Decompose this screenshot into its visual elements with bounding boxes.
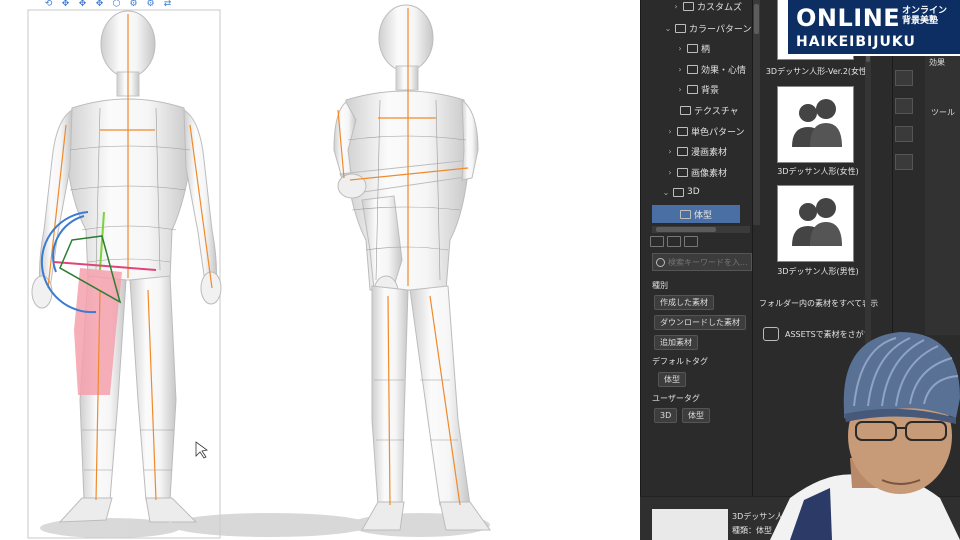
- material-preview: [652, 509, 728, 540]
- folder-icon: [683, 1, 694, 11]
- tool-property-panel: 効果 ツール: [925, 55, 960, 335]
- chevron-right-icon: ›: [678, 43, 682, 53]
- floor-shadow: [40, 513, 490, 538]
- folder-icon: [677, 167, 688, 177]
- tree-item-customs[interactable]: › カスタムズ: [672, 0, 742, 15]
- tree-item-label: テクスチャ: [694, 106, 739, 117]
- folder-icon: [680, 209, 691, 219]
- layer-icon[interactable]: [895, 70, 913, 86]
- tree-item-label: 背景: [701, 85, 720, 96]
- material-label: 3Dデッサン人形(男性): [777, 267, 859, 276]
- tree-item-label: カスタムズ: [697, 2, 743, 13]
- kind-label: 種別: [652, 281, 668, 290]
- tool-label: ツール: [931, 108, 955, 117]
- material-thumbnail[interactable]: [777, 185, 854, 262]
- show-all-link[interactable]: フォルダー内の素材をすべて表示: [759, 298, 878, 309]
- folder-icon: [677, 146, 688, 156]
- search-icon: [656, 257, 665, 267]
- 3d-canvas[interactable]: ⟲ ✥ ✥ ✥ ⬡ ⚙ ⚙ ⇄: [0, 0, 640, 540]
- layer-icon[interactable]: [895, 154, 913, 170]
- person-pair-icon: [792, 99, 842, 147]
- tree-item-color-pattern[interactable]: ⌄ カラーパターン: [664, 19, 751, 37]
- presenter-webcam: [770, 332, 960, 540]
- logo-main: ONLINE: [796, 4, 901, 32]
- folder-icon: [675, 23, 686, 33]
- folder-icon: [687, 84, 698, 94]
- logo-sub: HAIKEIBIJUKU: [796, 34, 916, 50]
- folder-icon: [687, 64, 698, 74]
- tree-item-label: 体型: [694, 210, 713, 221]
- folder-icon: [687, 43, 698, 53]
- panel-divider: [640, 0, 641, 540]
- folder-icon: [680, 105, 691, 115]
- person-pair-icon: [792, 198, 842, 246]
- default-tag-label: デフォルトタグ: [652, 357, 708, 366]
- chevron-right-icon: ›: [678, 64, 682, 74]
- tree-item-3d[interactable]: ⌄ 3D: [662, 183, 700, 201]
- folder-icon: [677, 126, 688, 136]
- chevron-right-icon: ›: [678, 84, 682, 94]
- cube-icon: [673, 187, 684, 197]
- cursor-icon: [195, 441, 208, 459]
- tag-downloaded[interactable]: ダウンロードした素材: [654, 315, 746, 330]
- tree-item-pattern[interactable]: › 柄: [676, 39, 710, 57]
- chevron-right-icon: ›: [668, 146, 672, 156]
- chevron-right-icon: ›: [668, 126, 672, 136]
- tree-item-label: 単色パターン: [691, 127, 745, 138]
- material-label: 3Dデッサン人形-Ver.2(女性): [765, 67, 871, 76]
- delete-icon[interactable]: [684, 236, 698, 247]
- chevron-right-icon: ›: [674, 1, 678, 11]
- logo-jp: オンライン 背景美塾: [902, 6, 960, 26]
- logo-jp-bottom: 背景美塾: [902, 16, 939, 26]
- figure-right[interactable]: [333, 4, 491, 531]
- keyword-search[interactable]: [652, 253, 752, 271]
- figure-left[interactable]: [31, 10, 222, 523]
- tree-item-label: 漫画素材: [691, 147, 728, 158]
- tree-horizontal-scrollbar[interactable]: [652, 226, 750, 233]
- chevron-down-icon: ⌄: [662, 187, 670, 197]
- tree-item-label: カラーパターン: [689, 24, 752, 35]
- effect-label: 効果: [929, 58, 945, 67]
- layer-icon[interactable]: [895, 98, 913, 114]
- new-folder-icon[interactable]: [650, 236, 664, 247]
- tag-body-type-user[interactable]: 体型: [682, 408, 710, 423]
- tree-item-label: 効果・心情: [701, 65, 747, 76]
- tree-item-body-type[interactable]: 体型: [652, 205, 740, 223]
- tree-item-background[interactable]: › 背景: [676, 80, 719, 98]
- screen: ⟲ ✥ ✥ ✥ ⬡ ⚙ ⚙ ⇄ › カスタムズ ⌄ カラーパターン › 柄 › …: [0, 0, 960, 540]
- tag-created[interactable]: 作成した素材: [654, 295, 714, 310]
- duplicate-icon[interactable]: [667, 236, 681, 247]
- tag-body-type[interactable]: 体型: [658, 372, 686, 387]
- scene: [27, 4, 491, 539]
- camera-icon[interactable]: [895, 126, 913, 142]
- chevron-right-icon: ›: [668, 167, 672, 177]
- material-thumbnail[interactable]: [777, 86, 854, 163]
- tree-item-image-material[interactable]: › 画像素材: [666, 163, 727, 181]
- chevron-down-icon: ⌄: [664, 23, 672, 33]
- tree-item-manga-material[interactable]: › 漫画素材: [666, 142, 727, 160]
- tag-3d[interactable]: 3D: [654, 408, 678, 423]
- material-label: 3Dデッサン人形(女性): [777, 167, 859, 176]
- tree-item-effect[interactable]: › 効果・心情: [676, 60, 746, 78]
- tree-item-label: 柄: [701, 44, 711, 55]
- scrollbar-thumb[interactable]: [656, 227, 716, 232]
- search-input[interactable]: [668, 257, 748, 267]
- tag-added[interactable]: 追加素材: [654, 335, 698, 350]
- tree-item-label: 3D: [687, 187, 700, 197]
- brand-logo: ONLINE オンライン 背景美塾 HAIKEIBIJUKU: [786, 0, 960, 56]
- material-kind: 種類：体型: [732, 526, 772, 535]
- logo-jp-top: オンライン: [902, 6, 948, 16]
- tree-toolbar: [650, 236, 698, 247]
- tree-item-texture[interactable]: テクスチャ: [680, 101, 739, 119]
- tree-item-solid-pattern[interactable]: › 単色パターン: [666, 122, 745, 140]
- user-tag-label: ユーザータグ: [652, 394, 700, 403]
- tree-item-label: 画像素材: [691, 168, 728, 179]
